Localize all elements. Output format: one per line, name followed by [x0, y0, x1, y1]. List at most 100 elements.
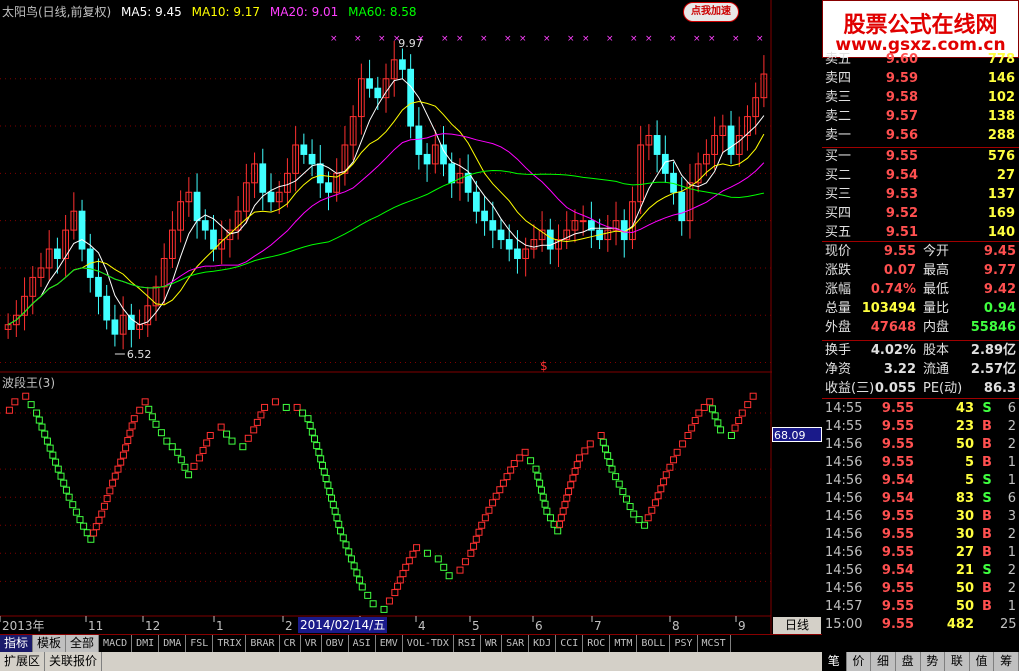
period-button[interactable]: 日线 [773, 617, 821, 634]
indicator-step-box [117, 458, 125, 466]
bottom-tab[interactable]: 关联报价 [45, 652, 103, 671]
indicator-step-box [148, 413, 156, 421]
indicator-step-box [475, 528, 483, 536]
x-tick-label: 6 [535, 619, 543, 633]
bottom-tab-bar: 扩展区 关联报价 [0, 652, 822, 671]
indicator-tab[interactable]: SAR [502, 635, 530, 652]
indicator-tab[interactable]: 指标 [0, 635, 34, 652]
indicator-step-box [122, 444, 130, 452]
right-panel-tab[interactable]: 价 [847, 652, 872, 671]
indicator-step-box [145, 405, 153, 413]
signal-x-marker: × [582, 34, 590, 44]
signal-x-marker: × [456, 34, 464, 44]
indicator-tab[interactable]: 模板 [33, 635, 67, 652]
signal-x-marker: × [330, 34, 338, 44]
book-price: 9.57 [885, 109, 918, 124]
indicator-step-box [313, 442, 321, 450]
indicator-step-box [601, 445, 609, 453]
right-panel-tabs: 笔价细盘势联值筹 [822, 652, 1019, 671]
buy-level[interactable]: 买五 9.51 140 [822, 224, 1019, 242]
trade-time: 14:56 [825, 563, 863, 578]
indicator-tab[interactable]: BOLL [637, 635, 671, 652]
buy-level[interactable]: 买三 9.53 137 [822, 186, 1019, 204]
trade-side: S [982, 491, 992, 506]
buy-level[interactable]: 买一 9.55 576 [822, 148, 1019, 166]
book-price: 9.55 [885, 149, 918, 164]
indicator-tab[interactable]: VOL-TDX [402, 635, 454, 652]
indicator-step-box [537, 486, 545, 494]
indicator-step-box [353, 569, 361, 577]
ma20-line [7, 133, 765, 326]
indicator-step-box [456, 566, 464, 574]
right-panel-tab[interactable]: 笔 [822, 652, 847, 671]
indicator-tab[interactable]: WR [481, 635, 503, 652]
indicator-step-box [565, 488, 573, 496]
indicator-step-box [599, 438, 607, 446]
indicator-tab[interactable]: MACD [99, 635, 133, 652]
speed-up-badge[interactable]: 点我加速 [683, 2, 739, 22]
quote-value: 9.77 [983, 263, 1016, 278]
indicator-step-box [409, 550, 417, 558]
indicator-step-box [567, 481, 575, 489]
indicator-step-box [308, 428, 316, 436]
sell-level[interactable]: 卖五 9.60 778 [822, 51, 1019, 69]
right-panel-tab[interactable]: 筹 [994, 652, 1019, 671]
trade-count: 2 [1007, 581, 1016, 596]
right-panel-tab[interactable]: 联 [945, 652, 970, 671]
sell-level[interactable]: 卖二 9.57 138 [822, 108, 1019, 126]
indicator-value-tag: 68.09 [772, 427, 822, 442]
indicator-tab[interactable]: ROC [583, 635, 611, 652]
indicator-step-box [130, 415, 138, 423]
indicator-tab[interactable]: MCST [697, 635, 731, 652]
book-label: 卖三 [825, 90, 852, 105]
buy-level[interactable]: 买二 9.54 27 [822, 167, 1019, 185]
indicator-tab[interactable]: CR [279, 635, 301, 652]
buy-level[interactable]: 买四 9.52 169 [822, 205, 1019, 223]
indicator-tab[interactable]: DMA [159, 635, 187, 652]
indicator-tab[interactable]: VR [300, 635, 322, 652]
signal-x-marker: × [771, 34, 772, 44]
right-panel-tab[interactable]: 值 [970, 652, 995, 671]
indicator-step-box [181, 463, 189, 471]
candle-body [489, 220, 497, 231]
trade-time: 14:55 [825, 401, 863, 416]
indicator-tab[interactable]: RSI [453, 635, 482, 652]
indicator-tab[interactable]: PSY [670, 635, 698, 652]
site-banner[interactable]: 股票公式在线网 www.gsxz.com.cn [822, 0, 1019, 58]
indicator-step-box [662, 471, 670, 479]
indicator-step-box [52, 458, 60, 466]
chart-area[interactable]: 9.509.008.508.007.507.006.5080.0060.0050… [0, 0, 772, 634]
indicator-tab[interactable]: EMV [375, 635, 403, 652]
signal-x-marker: × [645, 34, 653, 44]
indicator-step-box [717, 426, 725, 434]
indicator-step-box [673, 448, 681, 456]
sell-level[interactable]: 卖三 9.58 102 [822, 89, 1019, 107]
indicator-tab[interactable]: DMI [132, 635, 160, 652]
candle-body [727, 125, 735, 155]
candle-body [407, 68, 415, 127]
indicator-tab[interactable]: KDJ [529, 635, 557, 652]
candle-body [103, 295, 111, 321]
bottom-tab[interactable]: 扩展区 [0, 652, 46, 671]
indicator-tab[interactable]: TRIX [213, 635, 247, 652]
signal-x-marker: × [378, 34, 386, 44]
indicator-tab[interactable]: MTM [610, 635, 638, 652]
right-panel-tab[interactable]: 势 [921, 652, 946, 671]
book-price: 9.54 [885, 168, 918, 183]
indicator-tab[interactable]: BRAR [246, 635, 280, 652]
trade-count: 1 [1007, 545, 1016, 560]
right-panel-tab[interactable]: 盘 [896, 652, 921, 671]
right-panel-tab[interactable]: 细 [871, 652, 896, 671]
sell-level[interactable]: 卖四 9.59 146 [822, 70, 1019, 88]
trade-row: 14:56 9.55 30 B 3 [822, 508, 1019, 526]
indicator-tab[interactable]: FSL [186, 635, 214, 652]
indicator-tab[interactable]: 全部 [66, 635, 100, 652]
quote-label: 涨跌 [825, 263, 852, 278]
indicator-step-box [119, 451, 127, 459]
indicator-tab[interactable]: OBV [321, 635, 349, 652]
indicator-tab[interactable]: CCI [556, 635, 584, 652]
indicator-step-box [604, 452, 612, 460]
indicator-tab[interactable]: ASI [348, 635, 376, 652]
sell-level[interactable]: 卖一 9.56 288 [822, 127, 1019, 145]
ma5-line [7, 78, 765, 326]
